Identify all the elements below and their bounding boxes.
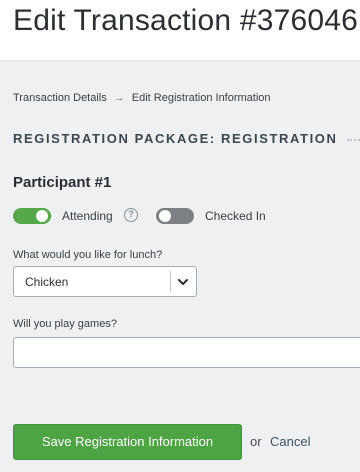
participant-title: Participant #1 [13, 174, 112, 191]
lunch-selected-value: Chicken [25, 275, 69, 289]
checked-in-toggle[interactable] [156, 208, 194, 224]
select-divider [170, 271, 171, 292]
breadcrumb-arrow-icon: → [113, 92, 125, 104]
breadcrumb-transaction-details[interactable]: Transaction Details [13, 92, 107, 104]
toggle-knob [36, 210, 48, 222]
section-divider [347, 139, 360, 141]
toggle-knob [159, 210, 171, 222]
attending-toggle[interactable] [13, 208, 51, 224]
games-input[interactable] [13, 337, 360, 368]
page-title: Edit Transaction #376046 [13, 4, 359, 37]
checked-in-label: Checked In [205, 209, 266, 223]
lunch-label: What would you like for lunch? [13, 249, 163, 261]
question-circle-icon[interactable]: ? [124, 208, 138, 222]
chevron-down-icon [178, 279, 188, 285]
games-label: Will you play games? [13, 318, 117, 330]
page-header: Edit Transaction #376046 [0, 0, 360, 61]
section-heading: REGISTRATION PACKAGE: REGISTRATION [13, 131, 338, 146]
or-text: or [250, 434, 262, 449]
breadcrumb: Transaction Details → Edit Registration … [13, 92, 271, 104]
attending-label: Attending [62, 209, 113, 223]
save-registration-button[interactable]: Save Registration Information [13, 424, 242, 460]
lunch-select[interactable]: Chicken [13, 266, 197, 297]
breadcrumb-current: Edit Registration Information [131, 92, 271, 104]
cancel-link[interactable]: Cancel [270, 434, 310, 449]
